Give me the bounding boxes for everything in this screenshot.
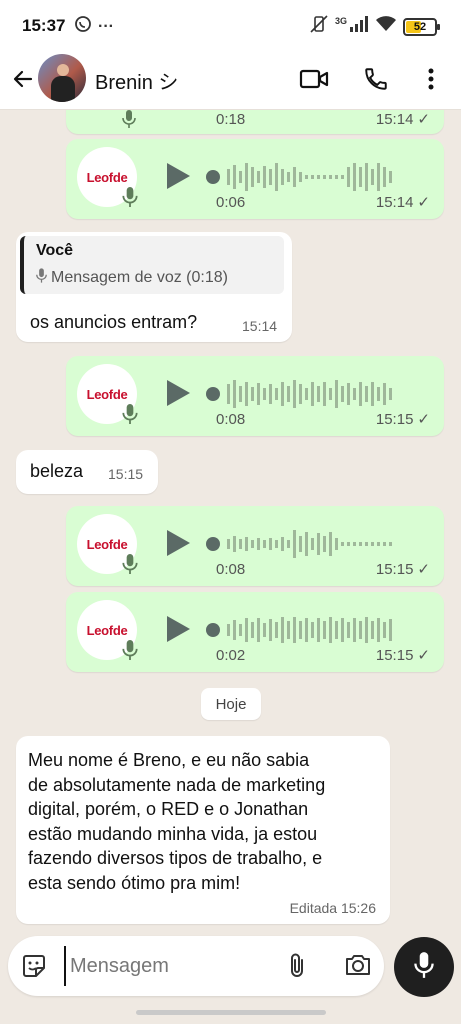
edited-time: Editada 15:26 (289, 900, 376, 916)
mic-icon (122, 187, 138, 212)
whatsapp-icon (74, 15, 92, 38)
single-check-icon: ✓ (417, 194, 430, 211)
status-left-icons: ··· (74, 15, 114, 38)
mic-icon (36, 268, 47, 288)
more-vert-icon[interactable] (414, 62, 448, 96)
play-icon[interactable] (164, 528, 192, 563)
contact-name[interactable]: Brenin シ (95, 66, 178, 95)
message-time: 15:14 (242, 318, 278, 334)
mic-icon (122, 404, 138, 429)
contact-avatar[interactable] (38, 54, 86, 102)
status-time: 15:37 (22, 16, 66, 35)
message-composer (8, 936, 384, 996)
voice-duration: 0:08 (216, 411, 246, 428)
voice-waveform[interactable] (205, 610, 435, 650)
voice-duration: 0:08 (216, 561, 246, 578)
mic-icon (122, 110, 136, 133)
signal-icon (349, 15, 369, 38)
paperclip-icon[interactable] (286, 952, 308, 985)
wifi-icon (375, 15, 397, 38)
day-divider: Hoje (201, 688, 261, 720)
single-check-icon: ✓ (417, 647, 430, 664)
chat-header: Brenin シ (0, 50, 461, 110)
voice-record-button[interactable] (394, 937, 454, 997)
chat-area[interactable]: 0:18 15:14 ✓ Leofde 0:06 15:14 ✓ Você Mens… (0, 110, 461, 934)
single-check-icon: ✓ (417, 411, 430, 428)
voice-message[interactable]: Leofde 0:08 15:15 ✓ (66, 506, 444, 586)
camera-icon[interactable] (344, 952, 372, 983)
incoming-message[interactable]: Você Mensagem de voz (0:18) os anuncios … (16, 232, 292, 342)
message-time: 15:14 ✓ (375, 193, 430, 212)
voice-duration: 0:06 (216, 194, 246, 211)
video-call-icon[interactable] (297, 62, 331, 96)
message-time: 15:15 ✓ (375, 646, 430, 665)
mic-icon (414, 951, 434, 983)
message-text: Meu nome é Breno, e eu não sabia de abso… (28, 750, 326, 893)
quote-author: Você (36, 242, 74, 259)
voice-waveform[interactable] (205, 157, 435, 197)
voice-duration: 0:02 (216, 647, 246, 664)
message-time: 15:15 ✓ (375, 560, 430, 579)
message-time: 15:15 (108, 466, 144, 482)
play-icon[interactable] (164, 161, 192, 196)
battery-icon: 52 (403, 17, 440, 36)
voice-message[interactable]: Leofde 0:06 15:14 ✓ (66, 139, 444, 219)
status-right-icons: 3G 52 (309, 14, 440, 39)
gesture-nav-handle[interactable] (136, 1010, 326, 1015)
phone-icon[interactable] (359, 62, 393, 96)
play-icon[interactable] (164, 378, 192, 413)
single-check-icon: ✓ (417, 561, 430, 578)
voice-message[interactable]: 0:18 15:14 ✓ (66, 110, 444, 134)
message-time: 15:15 ✓ (375, 410, 430, 429)
vibrate-off-icon (309, 14, 329, 39)
message-time: 15:14 ✓ (375, 110, 430, 129)
voice-waveform[interactable] (205, 524, 435, 564)
voice-message[interactable]: Leofde 0:08 15:15 ✓ (66, 356, 444, 436)
message-text: beleza (30, 461, 84, 481)
mic-icon (122, 640, 138, 665)
single-check-icon: ✓ (417, 111, 430, 128)
message-input[interactable] (64, 946, 284, 986)
voice-waveform[interactable] (205, 374, 435, 414)
network-type: 3G (334, 15, 347, 26)
quote-body: Mensagem de voz (0:18) (36, 268, 228, 288)
back-arrow-icon[interactable] (8, 64, 38, 94)
play-icon[interactable] (164, 614, 192, 649)
more-notifications: ··· (98, 17, 114, 35)
status-bar: 15:37 ··· 3G 52 (0, 0, 461, 50)
message-text: os anuncios entram? (30, 312, 198, 332)
incoming-message[interactable]: Meu nome é Breno, e eu não sabia de abso… (16, 736, 390, 924)
sticker-icon[interactable] (20, 952, 48, 985)
voice-duration: 0:18 (216, 111, 246, 128)
battery-percent: 52 (413, 20, 427, 33)
mic-icon (122, 554, 138, 579)
incoming-message[interactable]: beleza 15:15 (16, 450, 158, 494)
voice-message[interactable]: Leofde 0:02 15:15 ✓ (66, 592, 444, 672)
quoted-message[interactable]: Você Mensagem de voz (0:18) (20, 236, 284, 294)
